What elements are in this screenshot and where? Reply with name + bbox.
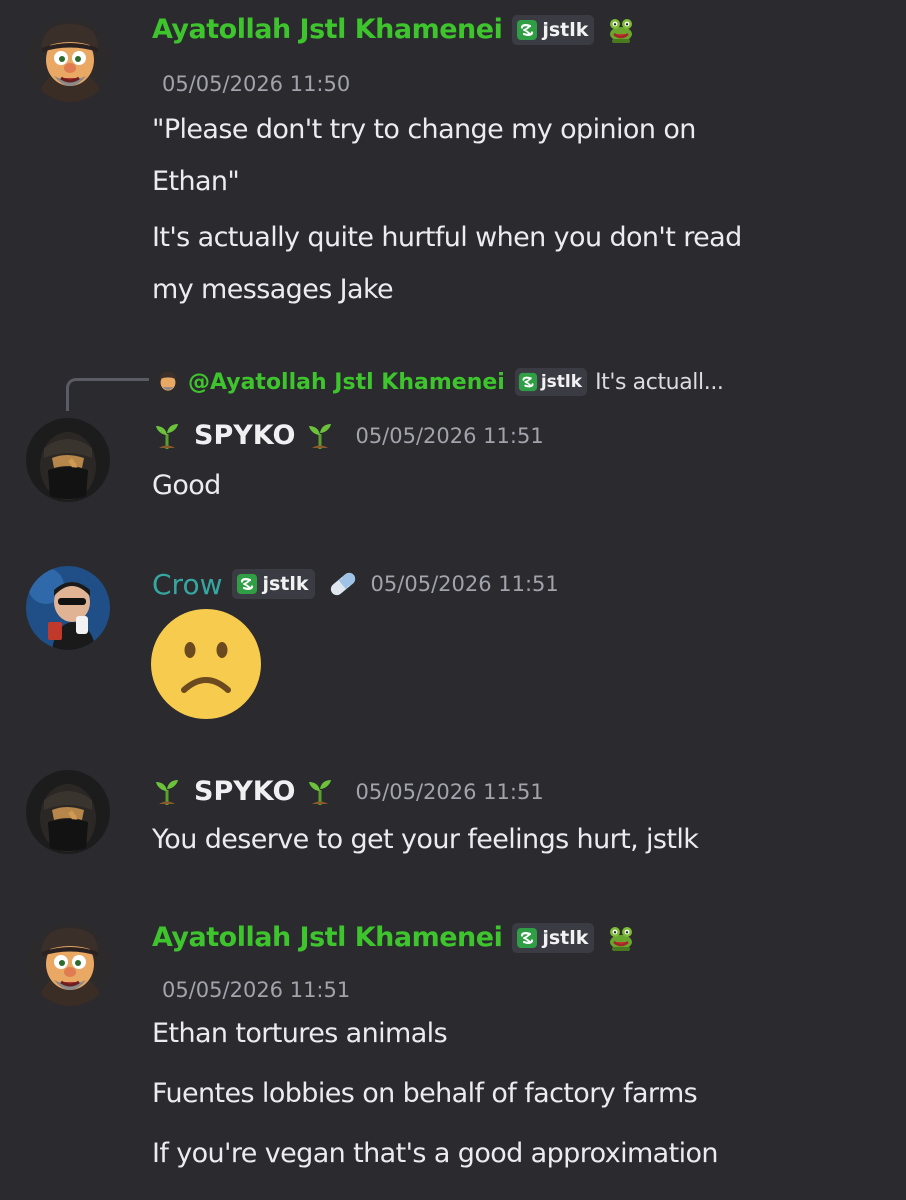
reply-connector — [66, 378, 149, 411]
frog-icon[interactable] — [606, 923, 636, 953]
server-tag[interactable]: jstlk — [512, 922, 595, 953]
masked-figure-avatar-icon — [26, 770, 110, 854]
avatar[interactable] — [26, 566, 110, 650]
author-name[interactable]: Ayatollah Jstl Khamenei — [152, 922, 503, 953]
dollar-tag-icon — [516, 927, 538, 949]
pill-icon[interactable] — [325, 566, 361, 602]
avatar[interactable] — [26, 418, 110, 502]
reply-avatar-icon — [156, 370, 180, 394]
chat-log: Ayatollah Jstl Khamenei jstlk 05/05/2026… — [0, 0, 906, 1200]
reply-server-tag-label: jstlk — [540, 372, 583, 392]
dollar-tag-icon — [516, 19, 538, 41]
timestamp: 05/05/2026 11:51 — [355, 423, 544, 448]
message-header: Crow jstlk 05/05/2026 11:51 — [152, 566, 559, 602]
timestamp: 05/05/2026 11:51 — [162, 978, 351, 1002]
dollar-tag-icon — [518, 372, 538, 392]
person-with-headphones-avatar-icon — [26, 566, 110, 650]
server-tag-label: jstlk — [542, 926, 589, 949]
timestamp: 05/05/2026 11:50 — [162, 72, 351, 96]
avatar[interactable] — [28, 922, 112, 1006]
reply-preview[interactable]: @Ayatollah Jstl Khamenei jstlk It's actu… — [156, 368, 724, 396]
reply-server-tag[interactable]: jstlk — [514, 368, 588, 396]
message-text: It's actually quite hurtful when you don… — [152, 222, 742, 253]
reply-snippet: It's actuall... — [595, 369, 724, 395]
message-header: Ayatollah Jstl Khamenei jstlk — [152, 14, 636, 45]
cartoon-cleric-avatar-icon — [28, 922, 112, 1006]
sprout-icon — [152, 777, 182, 807]
author-name[interactable]: Crow — [152, 568, 222, 601]
message-text: Fuentes lobbies on behalf of factory far… — [152, 1078, 698, 1109]
message-header: SPYKO 05/05/2026 11:51 — [152, 420, 544, 451]
author-name[interactable]: SPYKO — [194, 420, 295, 451]
timestamp: 05/05/2026 11:51 — [355, 779, 544, 804]
message-text: You deserve to get your feelings hurt, j… — [152, 824, 699, 855]
sprout-icon — [305, 777, 335, 807]
sprout-icon — [152, 421, 182, 451]
message-text: my messages Jake — [152, 274, 394, 305]
timestamp: 05/05/2026 11:51 — [370, 572, 559, 596]
avatar[interactable] — [28, 18, 112, 102]
message-text: If you're vegan that's a good approximat… — [152, 1138, 719, 1169]
frowning-face-emoji-icon — [151, 609, 261, 719]
server-tag[interactable]: jstlk — [232, 569, 315, 599]
message-text: Good — [152, 470, 221, 501]
cartoon-cleric-avatar-icon — [28, 18, 112, 102]
reply-author[interactable]: @Ayatollah Jstl Khamenei — [188, 370, 505, 395]
sprout-icon — [305, 421, 335, 451]
message-header: Ayatollah Jstl Khamenei jstlk — [152, 922, 636, 953]
message-text: Ethan" — [152, 166, 240, 197]
author-name[interactable]: Ayatollah Jstl Khamenei — [152, 14, 503, 45]
author-name[interactable]: SPYKO — [194, 776, 295, 807]
avatar[interactable] — [26, 770, 110, 854]
message-text: "Please don't try to change my opinion o… — [152, 114, 696, 145]
message-header: SPYKO 05/05/2026 11:51 — [152, 776, 544, 807]
server-tag-label: jstlk — [542, 18, 589, 41]
message-text: Ethan tortures animals — [152, 1018, 448, 1049]
server-tag-label: jstlk — [262, 573, 309, 595]
masked-figure-avatar-icon — [26, 418, 110, 502]
frog-icon[interactable] — [606, 15, 636, 45]
dollar-tag-icon — [236, 573, 258, 595]
server-tag[interactable]: jstlk — [512, 14, 595, 45]
